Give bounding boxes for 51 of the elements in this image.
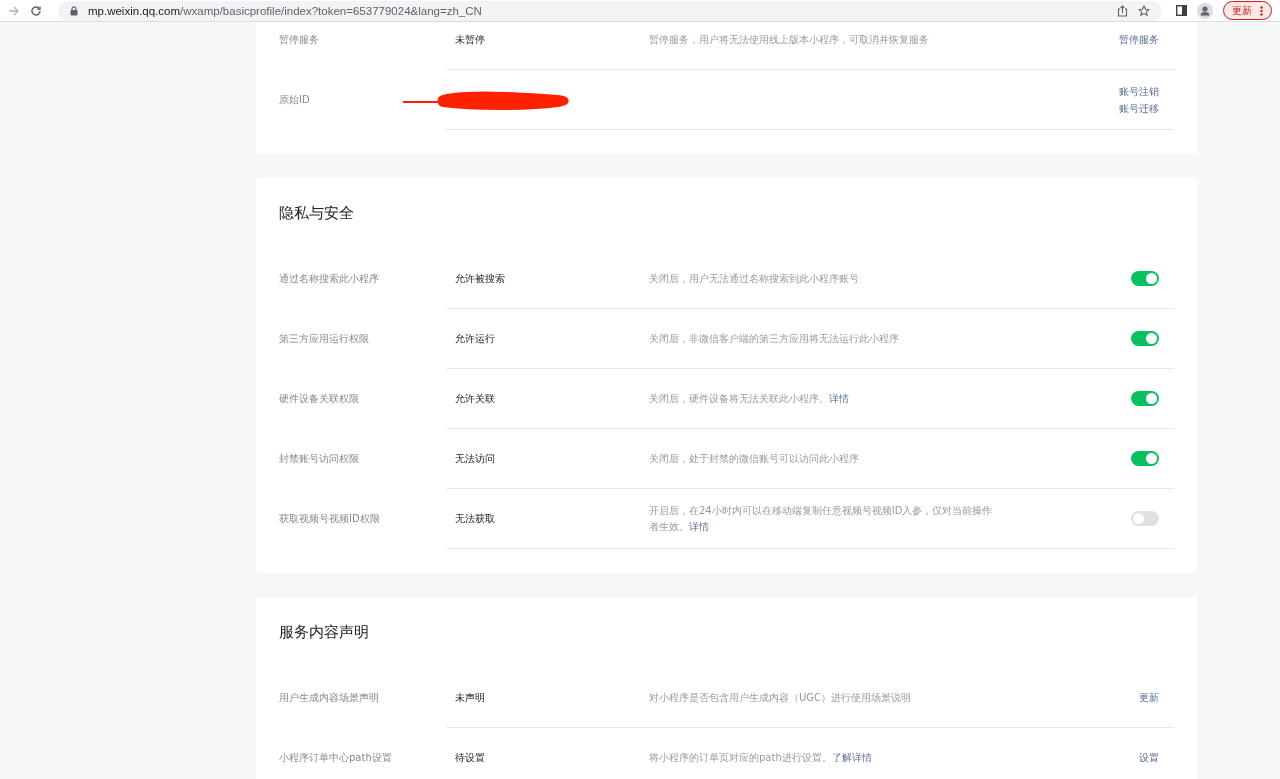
setting-value: 允许运行	[455, 331, 495, 346]
setting-description: 暂停服务，用户将无法使用线上版本小程序，可取消并恢复服务	[649, 32, 930, 47]
setting-label: 获取视频号视频ID权限	[279, 512, 381, 526]
setting-description: 将小程序的订单页对应的path进行设置。了解详情	[649, 750, 873, 765]
setting-value: 待设置	[455, 750, 485, 765]
profile-icon[interactable]	[1197, 2, 1213, 19]
star-icon[interactable]	[1138, 4, 1150, 17]
action-link[interactable]: 暂停服务	[1119, 31, 1159, 48]
details-link[interactable]: 详情	[829, 392, 849, 404]
action-link[interactable]: 更新	[1139, 689, 1159, 706]
setting-label: 小程序订单中心path设置	[279, 751, 393, 765]
reload-icon[interactable]	[30, 4, 42, 17]
setting-value: 允许被搜索	[455, 271, 505, 286]
toggle-switch[interactable]	[1131, 511, 1159, 526]
side-panel-icon[interactable]	[1176, 5, 1187, 16]
setting-description: 关闭后，非微信客户端的第三方应用将无法运行此小程序	[649, 331, 900, 346]
setting-value: 无法获取	[455, 511, 495, 526]
toggle-switch[interactable]	[1131, 271, 1159, 286]
details-link[interactable]: 详情	[689, 520, 709, 532]
setting-value: 未暂停	[455, 32, 485, 47]
action-link[interactable]: 账号迁移	[1119, 99, 1159, 117]
setting-value: 未声明	[455, 690, 485, 705]
setting-label: 暂停服务	[279, 33, 320, 47]
setting-description: 关闭后，用户无法通过名称搜索到此小程序账号	[649, 271, 860, 286]
address-bar[interactable]: mp.weixin.qq.com/wxamp/basicprofile/index?token=653779024&lang=zh_CN	[58, 0, 1162, 21]
setting-label: 用户生成内容场景声明	[279, 691, 380, 705]
setting-description: 关闭后，处于封禁的微信账号可以访问此小程序	[649, 451, 860, 466]
setting-description: 对小程序是否包含用户生成内容（UGC）进行使用场景说明	[649, 690, 913, 705]
details-link[interactable]: 了解详情	[831, 751, 872, 763]
section-title: 隐私与安全	[279, 203, 355, 224]
toggle-switch[interactable]	[1131, 331, 1159, 346]
toggle-switch[interactable]	[1131, 391, 1159, 406]
more-icon	[1260, 5, 1263, 16]
forward-icon[interactable]	[8, 5, 20, 16]
setting-label: 封禁账号访问权限	[279, 452, 360, 466]
setting-description: 关闭后，硬件设备将无法关联此小程序。详情	[649, 391, 850, 406]
update-button[interactable]: 更新	[1223, 1, 1272, 20]
section-title: 服务内容声明	[279, 622, 370, 643]
setting-label: 原始ID	[279, 93, 311, 107]
setting-label: 硬件设备关联权限	[279, 392, 360, 406]
setting-value: 无法访问	[455, 451, 495, 466]
action-link[interactable]: 账号注销	[1119, 82, 1159, 100]
toggle-switch[interactable]	[1131, 451, 1159, 466]
url-text: mp.weixin.qq.com/wxamp/basicprofile/index?token=653779024&lang=zh_CN	[88, 4, 482, 17]
setting-value: 允许关联	[455, 391, 495, 406]
action-link[interactable]: 设置	[1139, 749, 1159, 766]
setting-label: 第三方应用运行权限	[279, 332, 370, 346]
lock-icon	[70, 5, 78, 16]
setting-description: 开启后，在24小时内可以在移动端复制任意视频号视频ID入参，仅对当前操作者生效。详情	[649, 503, 994, 534]
share-icon[interactable]	[1117, 4, 1128, 17]
setting-label: 通过名称搜索此小程序	[279, 272, 380, 286]
